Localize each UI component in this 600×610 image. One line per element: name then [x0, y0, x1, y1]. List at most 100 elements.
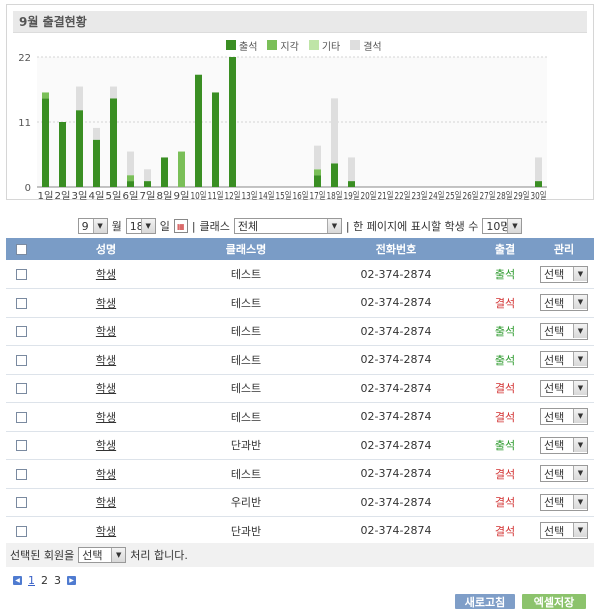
refresh-button[interactable]: 새로고침: [455, 594, 515, 609]
x-tick-label: 30일: [531, 191, 547, 201]
class-select[interactable]: 전체 ▼: [233, 218, 342, 234]
row-checkbox[interactable]: [15, 411, 27, 423]
row-checkbox[interactable]: [15, 497, 27, 509]
x-tick-label: 6일: [123, 191, 139, 201]
phone-cell: 02-374-2874: [360, 296, 432, 310]
student-name-link[interactable]: 학생: [96, 325, 116, 338]
row-checkbox-cell: [6, 374, 36, 403]
bar-segment: [229, 57, 236, 187]
manage-cell: 선택 ▼: [534, 317, 594, 346]
manage-select[interactable]: 선택 ▼: [540, 493, 588, 511]
bar-segment: [535, 181, 542, 187]
row-checkbox[interactable]: [15, 326, 27, 338]
bar-segment: [331, 98, 338, 164]
x-tick-label: 21일: [378, 191, 394, 201]
class-cell: 테스트: [230, 353, 262, 367]
name-cell: 학생: [36, 403, 176, 432]
student-name-link[interactable]: 학생: [96, 496, 116, 509]
manage-select[interactable]: 선택 ▼: [540, 522, 588, 540]
select-all-checkbox[interactable]: [15, 244, 27, 255]
row-checkbox-cell: [6, 289, 36, 318]
chevron-down-icon: ▼: [573, 523, 587, 538]
chevron-down-icon: ▼: [92, 219, 107, 233]
bar-segment: [93, 127, 100, 140]
student-name-link[interactable]: 학생: [96, 411, 116, 424]
bar-segment: [127, 181, 134, 187]
per-page-select[interactable]: 10명 ▼: [482, 218, 523, 234]
chevron-down-icon: ▼: [140, 219, 155, 233]
name-cell: 학생: [36, 460, 176, 489]
page-link[interactable]: 3: [54, 574, 61, 587]
x-tick-label: 29일: [514, 191, 530, 201]
bulk-action-select[interactable]: 선택 ▼: [78, 547, 127, 563]
chevron-down-icon: ▼: [326, 219, 341, 233]
x-tick-label: 11일: [208, 191, 224, 201]
prev-page-icon[interactable]: ◀: [13, 576, 22, 585]
calendar-icon[interactable]: ▦: [173, 219, 188, 233]
bar-segment: [76, 86, 83, 111]
name-cell: 학생: [36, 289, 176, 318]
student-name-link[interactable]: 학생: [96, 525, 116, 538]
row-checkbox[interactable]: [15, 269, 27, 280]
student-table: 성명 클래스명 전화번호 출결 관리 학생 테스트 02-374-2874 출석 선택 ▼…: [6, 238, 594, 546]
x-tick-label: 4일: [89, 191, 105, 201]
row-checkbox[interactable]: [15, 354, 27, 366]
student-name-link[interactable]: 학생: [96, 268, 116, 281]
table-row: 학생 테스트 02-374-2874 결석 선택 ▼: [6, 374, 594, 403]
manage-select[interactable]: 선택 ▼: [540, 265, 588, 283]
name-cell: 학생: [36, 374, 176, 403]
row-checkbox[interactable]: [15, 525, 27, 537]
student-name-link[interactable]: 학생: [96, 468, 116, 481]
table-row: 학생 테스트 02-374-2874 출석 선택 ▼: [6, 317, 594, 346]
manage-select[interactable]: 선택 ▼: [540, 294, 588, 312]
bar-segment: [59, 122, 66, 187]
student-name-link[interactable]: 학생: [96, 297, 116, 310]
row-checkbox[interactable]: [15, 383, 27, 395]
bar-segment: [110, 86, 117, 99]
row-checkbox[interactable]: [15, 440, 27, 452]
row-checkbox[interactable]: [15, 297, 27, 309]
student-name-link[interactable]: 학생: [96, 354, 116, 367]
class-cell: 테스트: [230, 296, 262, 310]
bar-segment: [535, 157, 542, 182]
bar-segment: [348, 157, 355, 182]
attendance-cell: 출석: [494, 325, 516, 339]
x-tick-label: 13일: [242, 191, 258, 201]
manage-select[interactable]: 선택 ▼: [540, 465, 588, 483]
month-select[interactable]: 9 ▼: [77, 218, 108, 234]
name-cell: 학생: [36, 346, 176, 375]
day-select[interactable]: 18 ▼: [125, 218, 156, 234]
chevron-down-icon: ▼: [111, 548, 126, 562]
student-name-link[interactable]: 학생: [96, 439, 116, 452]
table-row: 학생 단과반 02-374-2874 결석 선택 ▼: [6, 517, 594, 545]
chevron-down-icon: ▼: [573, 437, 587, 452]
excel-save-button[interactable]: 엑셀저장: [522, 594, 586, 609]
per-page-label: | 한 페이지에 표시할 학생 수: [345, 220, 479, 233]
bar-segment: [161, 157, 168, 187]
row-checkbox[interactable]: [15, 468, 27, 480]
bar-segment: [127, 175, 134, 182]
manage-select[interactable]: 선택 ▼: [540, 408, 588, 426]
next-page-icon[interactable]: ▶: [67, 576, 76, 585]
x-tick-label: 28일: [497, 191, 513, 201]
class-cell: 테스트: [230, 382, 262, 396]
page-link[interactable]: 2: [41, 574, 48, 587]
student-name-link[interactable]: 학생: [96, 382, 116, 395]
bar-segment: [127, 151, 134, 176]
manage-select[interactable]: 선택 ▼: [540, 379, 588, 397]
x-tick-label: 24일: [429, 191, 445, 201]
row-checkbox-cell: [6, 460, 36, 489]
x-tick-label: 27일: [480, 191, 496, 201]
manage-cell: 선택 ▼: [534, 488, 594, 517]
bar-segment: [42, 92, 49, 99]
bar-segment: [212, 92, 219, 187]
x-tick-label: 15일: [276, 191, 292, 201]
bar-segment: [144, 181, 151, 187]
page-link[interactable]: 1: [28, 574, 35, 587]
bar-segment: [314, 175, 321, 187]
manage-select[interactable]: 선택 ▼: [540, 322, 588, 340]
manage-select[interactable]: 선택 ▼: [540, 351, 588, 369]
manage-select[interactable]: 선택 ▼: [540, 436, 588, 454]
x-tick-label: 25일: [446, 191, 462, 201]
x-tick-label: 8일: [157, 191, 173, 201]
